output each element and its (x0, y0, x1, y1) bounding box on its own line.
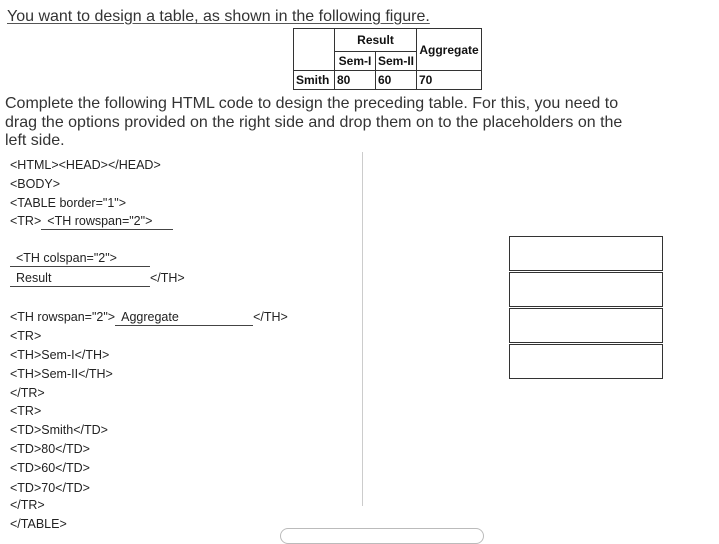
code-line: <TR> (10, 404, 42, 418)
code-line: <TH>Sem-I</TH> (10, 348, 110, 362)
code-line: <TR> <TH rowspan="2"> (10, 214, 174, 230)
bottom-control[interactable] (280, 528, 484, 544)
code-line: <TH rowspan="2"> Aggregate </TH> (10, 310, 288, 326)
code-line: </TR> (10, 386, 45, 400)
code-text: </TH> (253, 310, 288, 324)
figure-sem2-header: Sem-II (375, 51, 417, 71)
placeholder-1[interactable]: <TH rowspan="2"> (41, 214, 174, 230)
figure-value-cell: 80 (334, 70, 376, 90)
option-slot-2[interactable] (509, 272, 663, 307)
code-line: <TD>Smith</TD> (10, 423, 108, 437)
figure-empty-cell (293, 28, 335, 71)
placeholder-3[interactable]: Result (10, 271, 150, 287)
code-text: <TH rowspan="2"> (10, 310, 116, 324)
code-line: <TR> (10, 329, 42, 343)
figure-value-cell: 70 (416, 70, 482, 90)
question-instructions: Complete the following HTML code to desi… (5, 95, 623, 149)
code-text: </TH> (150, 271, 185, 285)
figure-value-cell: 60 (375, 70, 417, 90)
figure-table: Result Aggregate Sem-I Sem-II Smith 80 6… (293, 28, 482, 90)
code-line: <TD>80</TD> (10, 442, 90, 456)
panel-divider (362, 152, 363, 506)
code-line: <TD>60</TD> (10, 461, 90, 475)
figure-result-header: Result (334, 28, 417, 52)
question-intro: You want to design a table, as shown in … (7, 8, 430, 25)
code-line: <TH>Sem-II</TH> (10, 367, 113, 381)
code-line: <HTML><HEAD></HEAD> (10, 158, 161, 172)
code-line: </TABLE> (10, 517, 67, 531)
code-text: <TR> (10, 214, 42, 228)
option-slot-4[interactable] (509, 344, 663, 379)
placeholder-4[interactable]: Aggregate (115, 310, 254, 326)
figure-aggregate-header: Aggregate (416, 28, 482, 71)
option-slot-1[interactable] (509, 236, 663, 271)
code-line: </TR> (10, 498, 45, 512)
option-slot-3[interactable] (509, 308, 663, 343)
code-line: Result </TH> (10, 271, 185, 287)
code-line: <TD>70</TD> (10, 481, 90, 495)
code-line: <TABLE border="1"> (10, 196, 127, 210)
placeholder-2[interactable]: <TH colspan="2"> (10, 251, 150, 267)
code-line: <BODY> (10, 177, 61, 191)
figure-name-cell: Smith (293, 70, 335, 90)
code-line: <TH colspan="2"> (10, 251, 150, 267)
figure-sem1-header: Sem-I (334, 51, 376, 71)
